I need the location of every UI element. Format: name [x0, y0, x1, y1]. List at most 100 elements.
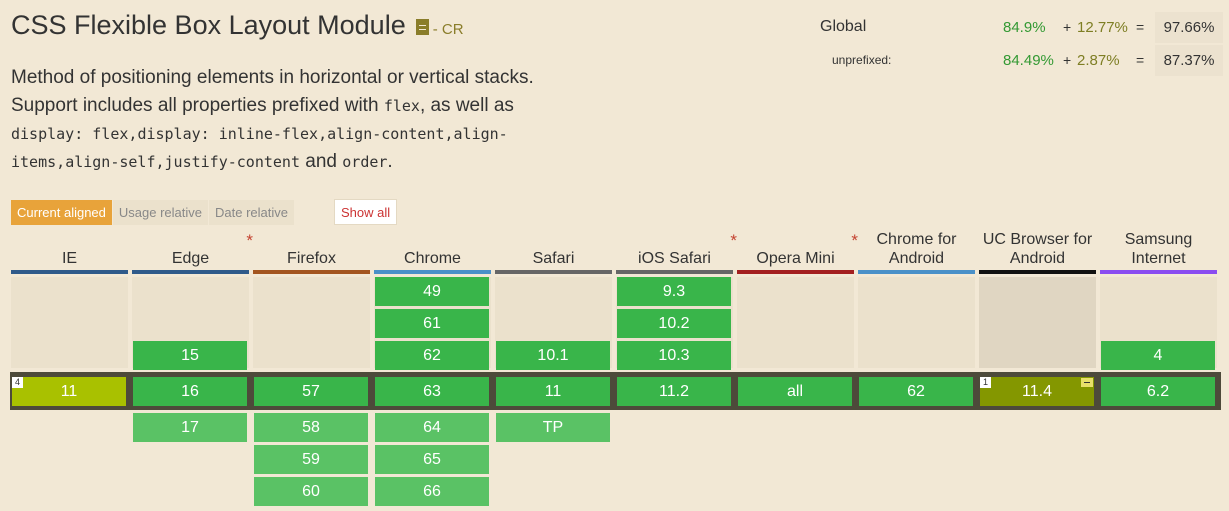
browser-header-ios-safari: iOS Safari * — [616, 229, 737, 274]
unprefixed-partial: 2.87% — [1077, 52, 1120, 69]
browser-header-samsung-internet: Samsung Internet — [1100, 229, 1217, 274]
version-cell[interactable]: 59 — [254, 445, 368, 474]
version-cell[interactable]: 61 — [375, 309, 489, 338]
browser-name: Firefox — [287, 250, 336, 267]
version-cell[interactable]: 15 — [133, 341, 247, 370]
feature-description: Method of positioning elements in horizo… — [11, 67, 534, 172]
current-version-cell[interactable]: 16 — [133, 377, 247, 406]
unprefixed-supported: 84.49% — [1003, 52, 1054, 69]
feature-header: CSS Flexible Box Layout Module - CR — [11, 10, 464, 41]
browser-header-uc-browser-for-android: UC Browser for Android — [979, 229, 1096, 274]
show-all-button[interactable]: Show all — [334, 199, 398, 225]
unprefixed-total: 87.37% — [1155, 45, 1223, 76]
past-versions-area — [11, 277, 128, 368]
code-display-inline-flex: display: inline-flex — [137, 125, 319, 143]
description-text: , as well as — [419, 95, 514, 116]
description-text: Support includes all properties prefixed… — [11, 95, 384, 116]
version-cell[interactable]: 9.3 — [617, 277, 731, 306]
description-text: and — [300, 151, 343, 172]
browser-color-bar — [132, 270, 249, 274]
browser-color-bar — [495, 270, 612, 274]
browser-name: IE — [61, 250, 78, 267]
current-version-cell[interactable]: 62 — [859, 377, 973, 406]
version-cell[interactable]: 65 — [375, 445, 489, 474]
code-align-items-a: align- — [453, 125, 508, 143]
document-icon[interactable] — [415, 19, 429, 35]
current-version-cell[interactable]: 63 — [375, 377, 489, 406]
past-versions-area — [253, 277, 370, 368]
browser-color-bar — [858, 270, 975, 274]
description-line1: Method of positioning elements in horizo… — [11, 67, 534, 88]
global-equals: = — [1136, 19, 1145, 35]
browser-name: Samsung Internet — [1124, 231, 1193, 267]
current-version-cell[interactable]: 11.4 — [980, 377, 1094, 406]
version-cell[interactable]: 66 — [375, 477, 489, 506]
global-partial: 12.77% — [1077, 19, 1128, 36]
version-cell[interactable]: 64 — [375, 413, 489, 442]
stats-global-row: Global 84.9% + 12.77% = 97.66% — [810, 12, 1225, 45]
browser-name: Chrome — [404, 250, 461, 267]
current-version-cell[interactable]: 11.2 — [617, 377, 731, 406]
current-version-cell[interactable]: 6.2 — [1101, 377, 1215, 406]
browser-color-bar — [616, 270, 733, 274]
prefix-note-icon: * — [730, 231, 737, 250]
version-cell[interactable]: 58 — [254, 413, 368, 442]
version-cell[interactable]: TP — [496, 413, 610, 442]
code-order: order — [342, 153, 388, 171]
code-align-items-b: items — [11, 153, 57, 171]
unprefixed-equals: = — [1136, 52, 1145, 68]
version-cell[interactable]: 60 — [254, 477, 368, 506]
version-cell[interactable]: 62 — [375, 341, 489, 370]
version-cell[interactable]: 10.3 — [617, 341, 731, 370]
current-version-cell[interactable]: 11 — [496, 377, 610, 406]
unprefixed-plus: + — [1063, 52, 1072, 68]
version-cell[interactable]: 10.2 — [617, 309, 731, 338]
code-flex: flex — [383, 97, 420, 115]
browser-color-bar — [979, 270, 1096, 274]
browser-name: Chrome for Android — [876, 231, 957, 267]
unprefixed-label: unprefixed: — [832, 53, 892, 67]
version-cell[interactable]: 10.1 — [496, 341, 610, 370]
browser-name: Opera Mini — [756, 250, 835, 267]
browser-name: Edge — [171, 250, 210, 267]
version-cell[interactable]: 4 — [1101, 341, 1215, 370]
tab-usage-relative[interactable]: Usage relative — [112, 200, 208, 225]
browser-color-bar — [11, 270, 128, 274]
global-total: 97.66% — [1155, 12, 1223, 43]
global-supported: 84.9% — [1003, 19, 1046, 36]
browser-color-bar — [253, 270, 370, 274]
tab-current-aligned[interactable]: Current aligned — [11, 200, 112, 225]
past-versions-area — [737, 277, 854, 368]
version-cell[interactable]: 49 — [375, 277, 489, 306]
flag-icon — [1081, 378, 1093, 387]
browser-name: Safari — [532, 250, 575, 267]
browser-name: iOS Safari — [638, 250, 711, 267]
browser-header-safari: Safari — [495, 229, 612, 274]
code-justify-content: justify-content — [164, 153, 300, 171]
browser-header-chrome: Chrome — [374, 229, 491, 274]
global-label: Global — [820, 18, 867, 35]
browser-header-ie: IE — [11, 229, 128, 274]
past-versions-area — [979, 277, 1096, 368]
browser-name: UC Browser for Android — [982, 231, 1093, 267]
note-number: 4 — [12, 377, 23, 388]
browser-header-chrome-for-android: Chrome for Android — [858, 229, 975, 274]
browser-header-edge: Edge * — [132, 229, 253, 274]
stats-unprefixed-row: unprefixed: 84.49% + 2.87% = 87.37% — [810, 45, 1225, 78]
current-version-cell[interactable]: 11 — [12, 377, 126, 406]
browser-color-bar — [737, 270, 854, 274]
global-plus: + — [1063, 19, 1072, 35]
current-version-cell[interactable]: 57 — [254, 377, 368, 406]
current-version-cell[interactable]: all — [738, 377, 852, 406]
browser-header-firefox: Firefox — [253, 229, 370, 274]
browser-color-bar — [374, 270, 491, 274]
tab-date-relative[interactable]: Date relative — [209, 200, 294, 225]
description-text: . — [387, 151, 393, 172]
note-number: 1 — [980, 377, 991, 388]
code-align-self: align-self — [65, 153, 156, 171]
version-cell[interactable]: 17 — [133, 413, 247, 442]
prefix-note-icon: * — [246, 231, 253, 250]
feature-title: CSS Flexible Box Layout Module — [11, 10, 406, 40]
spec-status[interactable]: - CR — [433, 21, 464, 38]
view-mode-tabs: Current aligned Usage relative Date rela… — [11, 200, 295, 225]
